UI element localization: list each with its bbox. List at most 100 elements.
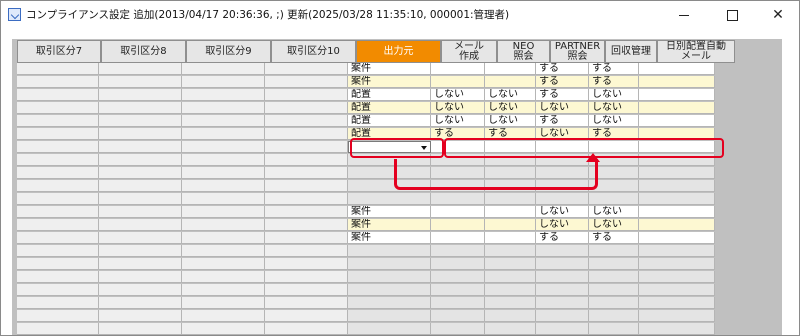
table-cell[interactable] (182, 245, 265, 257)
table-cell[interactable]: しない (589, 206, 639, 218)
table-cell[interactable] (99, 232, 182, 244)
table-cell[interactable] (182, 76, 265, 88)
table-cell[interactable]: 案件 (348, 206, 431, 218)
table-cell[interactable] (17, 258, 99, 270)
table-cell[interactable] (265, 206, 348, 218)
table-cell[interactable]: 案件 (348, 63, 431, 75)
table-row[interactable]: 配置 しない しない する しない (17, 89, 735, 102)
table-row[interactable] (17, 297, 735, 310)
table-cell[interactable] (639, 310, 715, 322)
table-cell[interactable] (536, 193, 589, 205)
table-cell[interactable] (99, 206, 182, 218)
table-cell[interactable] (536, 271, 589, 283)
table-cell[interactable] (485, 284, 536, 296)
table-cell[interactable]: 配置 (348, 89, 431, 101)
table-cell[interactable] (17, 245, 99, 257)
column-header-5[interactable]: 出力元 (356, 40, 441, 63)
table-cell[interactable]: する (589, 128, 639, 140)
table-cell[interactable] (639, 180, 715, 192)
table-cell[interactable] (265, 271, 348, 283)
table-cell[interactable] (431, 297, 485, 309)
table-cell[interactable]: しない (536, 219, 589, 231)
table-cell[interactable] (431, 141, 485, 153)
table-cell[interactable]: しない (536, 102, 589, 114)
table-cell[interactable] (182, 271, 265, 283)
table-cell[interactable] (485, 297, 536, 309)
table-cell[interactable] (485, 141, 536, 153)
table-cell[interactable]: する (431, 128, 485, 140)
table-cell[interactable] (639, 76, 715, 88)
table-cell[interactable] (536, 154, 589, 166)
table-cell[interactable] (99, 219, 182, 231)
table-cell[interactable] (431, 193, 485, 205)
table-cell[interactable] (265, 284, 348, 296)
table-cell[interactable] (265, 102, 348, 114)
table-cell[interactable] (589, 154, 639, 166)
table-cell[interactable] (265, 245, 348, 257)
table-cell[interactable] (431, 310, 485, 322)
table-cell[interactable] (17, 284, 99, 296)
table-cell[interactable] (265, 258, 348, 270)
table-cell[interactable]: しない (431, 115, 485, 127)
table-cell[interactable] (17, 76, 99, 88)
table-cell[interactable] (536, 258, 589, 270)
table-cell[interactable] (17, 154, 99, 166)
table-cell[interactable]: する (589, 232, 639, 244)
table-cell[interactable] (589, 271, 639, 283)
settings-grid[interactable]: 取引区分7 取引区分8 取引区分9 取引区分10 出力元 メール 作成 NEO 照会 PART… (17, 40, 735, 335)
column-header-3[interactable]: 取引区分9 (186, 40, 271, 63)
table-cell[interactable] (589, 297, 639, 309)
table-cell[interactable]: する (536, 232, 589, 244)
table-cell[interactable] (265, 154, 348, 166)
table-cell[interactable] (182, 141, 265, 153)
table-cell[interactable] (182, 206, 265, 218)
table-cell[interactable] (536, 141, 589, 153)
table-row[interactable] (17, 193, 735, 206)
table-cell[interactable] (485, 63, 536, 75)
table-cell[interactable] (99, 245, 182, 257)
table-cell[interactable] (589, 245, 639, 257)
table-cell[interactable] (485, 245, 536, 257)
table-cell[interactable] (348, 323, 431, 335)
table-cell[interactable] (17, 232, 99, 244)
table-cell[interactable] (182, 154, 265, 166)
column-header-1[interactable]: 取引区分7 (17, 40, 101, 63)
table-cell[interactable]: する (536, 63, 589, 75)
output-source-dropdown[interactable] (348, 141, 431, 153)
table-cell[interactable] (639, 89, 715, 101)
table-cell[interactable] (99, 128, 182, 140)
table-cell[interactable] (431, 219, 485, 231)
table-cell[interactable]: しない (485, 115, 536, 127)
table-cell[interactable] (485, 310, 536, 322)
table-cell[interactable]: しない (589, 115, 639, 127)
maximize-button[interactable] (709, 1, 755, 29)
table-cell[interactable] (348, 310, 431, 322)
table-cell[interactable] (99, 63, 182, 75)
table-cell[interactable] (17, 297, 99, 309)
table-cell[interactable] (182, 102, 265, 114)
table-cell[interactable] (265, 141, 348, 153)
table-row[interactable] (17, 258, 735, 271)
table-cell[interactable]: 配置 (348, 115, 431, 127)
table-row[interactable]: 案件 する する (17, 76, 735, 89)
table-cell[interactable] (99, 89, 182, 101)
table-cell[interactable] (431, 206, 485, 218)
table-cell[interactable] (639, 323, 715, 335)
table-cell[interactable] (99, 154, 182, 166)
table-cell[interactable] (182, 323, 265, 335)
table-cell[interactable] (431, 63, 485, 75)
table-cell[interactable] (17, 310, 99, 322)
table-cell[interactable] (431, 271, 485, 283)
table-cell[interactable] (182, 193, 265, 205)
table-cell[interactable] (265, 323, 348, 335)
table-cell[interactable] (17, 180, 99, 192)
table-cell[interactable] (431, 258, 485, 270)
table-cell[interactable] (536, 245, 589, 257)
table-cell[interactable] (265, 76, 348, 88)
table-cell[interactable] (639, 115, 715, 127)
table-cell[interactable] (99, 115, 182, 127)
table-cell[interactable] (589, 180, 639, 192)
table-cell[interactable] (182, 167, 265, 179)
table-cell[interactable]: しない (589, 102, 639, 114)
table-cell[interactable]: しない (536, 128, 589, 140)
